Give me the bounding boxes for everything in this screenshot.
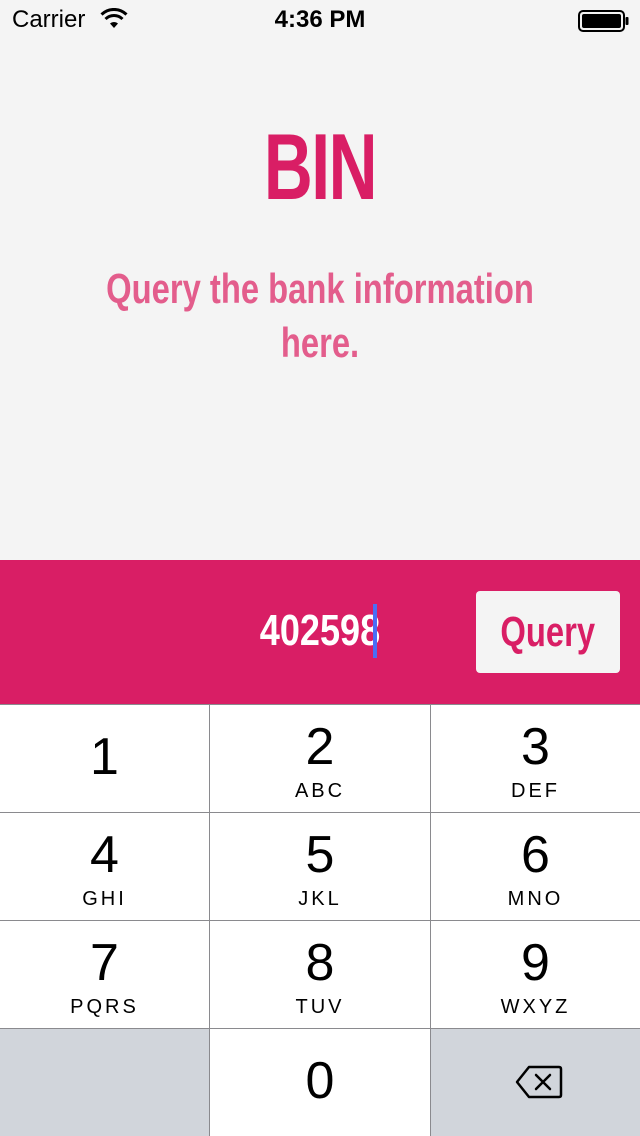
key-9[interactable]: 9 WXYZ (431, 921, 640, 1028)
key-letters: TUV (295, 996, 345, 1018)
key-digit: 5 (305, 826, 335, 884)
backspace-icon (515, 1065, 563, 1099)
key-letters: WXYZ (500, 996, 571, 1018)
query-button[interactable]: Query (476, 591, 620, 673)
key-3[interactable]: 3 DEF (431, 705, 640, 812)
key-letters: MNO (507, 888, 564, 910)
key-digit: 4 (90, 826, 119, 884)
app-screen: Carrier 4:36 PM BIN Query the bank infor… (0, 0, 640, 1136)
key-1[interactable]: 1 (0, 705, 209, 812)
status-time: 4:36 PM (274, 6, 366, 33)
key-letters: GHI (82, 888, 127, 910)
key-6[interactable]: 6 MNO (431, 813, 640, 920)
key-digit: 0 (305, 1052, 335, 1110)
key-5[interactable]: 5 JKL (210, 813, 430, 920)
key-digit: 6 (521, 826, 550, 884)
key-digit: 8 (305, 934, 335, 992)
battery-icon (578, 10, 629, 32)
key-8[interactable]: 8 TUV (210, 921, 430, 1028)
key-4[interactable]: 4 GHI (0, 813, 209, 920)
app-title: BIN (263, 114, 378, 219)
key-blank (0, 1029, 209, 1136)
text-caret (373, 604, 377, 658)
delete-key[interactable] (431, 1029, 640, 1136)
key-2[interactable]: 2 ABC (210, 705, 430, 812)
key-digit: 2 (305, 718, 335, 776)
key-letters: DEF (511, 780, 560, 802)
key-digit: 7 (90, 934, 119, 992)
key-letters: PQRS (70, 996, 139, 1018)
status-bar: Carrier 4:36 PM (0, 0, 640, 40)
numeric-keypad: 1 2 ABC 3 DEF 4 GHI 5 JKL 6 MNO 7 PQRS 8 (0, 704, 640, 1136)
key-7[interactable]: 7 PQRS (0, 921, 209, 1028)
key-letters: JKL (298, 888, 342, 910)
key-digit: 3 (521, 718, 550, 776)
key-digit: 9 (521, 934, 550, 992)
key-letters: ABC (294, 780, 346, 802)
app-subtitle: Query the bank information here. (106, 265, 534, 366)
query-bar: 402598 Query (0, 560, 640, 704)
key-0[interactable]: 0 (210, 1029, 430, 1136)
bin-input[interactable]: 402598 (172, 598, 467, 664)
query-button-label: Query (500, 608, 596, 655)
key-digit: 1 (90, 728, 119, 786)
